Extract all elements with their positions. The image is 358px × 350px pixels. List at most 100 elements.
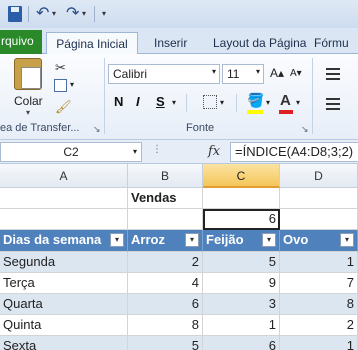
table-cell[interactable]: Segunda <box>0 252 128 273</box>
table-cell[interactable]: 3 <box>203 294 280 315</box>
toolbar-separator <box>28 6 29 22</box>
chevron-down-icon: ▾ <box>211 67 216 76</box>
redo-dropdown-icon[interactable]: ▾ <box>82 6 86 22</box>
tab-page-layout[interactable]: Layout da Página <box>205 32 314 54</box>
cell[interactable] <box>128 209 203 230</box>
ribbon-home: Colar ▾ ✂ ▾ 🖌 ea de Transfer... ↘ Calibr… <box>0 54 358 140</box>
table-cell[interactable]: Terça <box>0 273 128 294</box>
font-name-value: Calibri <box>113 67 148 81</box>
button-divider <box>186 94 187 112</box>
table-cell[interactable]: 1 <box>280 252 358 273</box>
active-cell-c2[interactable]: 6 <box>203 209 280 230</box>
tab-insert[interactable]: Inserir <box>146 32 195 54</box>
group-divider <box>312 58 313 134</box>
paste-icon[interactable] <box>14 58 42 90</box>
table-cell[interactable]: 5 <box>203 252 280 273</box>
table-cell[interactable]: 5 <box>128 336 203 350</box>
column-header-c[interactable]: C <box>203 164 280 188</box>
table-header-label: Ovo <box>283 232 309 247</box>
formula-input[interactable]: =ÍNDICE(A4:D8;3;2) <box>230 142 358 162</box>
table-cell[interactable]: 2 <box>280 315 358 336</box>
undo-icon[interactable]: ↶ <box>36 6 49 22</box>
ribbon-tabs: rquivo Página Inicial Inserir Layout da … <box>0 28 358 55</box>
table-cell[interactable]: 1 <box>280 336 358 350</box>
table-cell[interactable]: Sexta <box>0 336 128 350</box>
fill-color-dropdown-icon[interactable]: ▾ <box>266 98 270 107</box>
table-header-label: Arroz <box>131 232 165 247</box>
tab-formulas[interactable]: Fórmu <box>306 32 357 54</box>
cut-icon[interactable]: ✂ <box>55 60 66 76</box>
cell[interactable] <box>280 188 358 209</box>
tab-file[interactable]: rquivo <box>0 30 42 54</box>
bold-button[interactable]: N <box>114 94 123 109</box>
borders-icon[interactable] <box>203 95 217 109</box>
name-box[interactable]: C2 ▾ <box>0 142 142 162</box>
table-header-label: Feijão <box>206 232 244 247</box>
name-box-value: C2 <box>63 145 79 159</box>
undo-dropdown-icon[interactable]: ▾ <box>52 6 56 22</box>
font-color-swatch <box>279 110 293 114</box>
underline-button[interactable]: S <box>156 94 165 109</box>
table-cell[interactable]: 8 <box>280 294 358 315</box>
table-cell[interactable]: 7 <box>280 273 358 294</box>
filter-dropdown-icon[interactable]: ▾ <box>110 233 124 247</box>
button-divider <box>236 94 237 112</box>
font-launcher-icon[interactable]: ↘ <box>301 124 309 135</box>
tab-home[interactable]: Página Inicial <box>46 32 138 55</box>
font-color-icon[interactable]: A <box>280 92 291 109</box>
table-cell[interactable]: 2 <box>128 252 203 273</box>
clipboard-launcher-icon[interactable]: ↘ <box>93 124 101 135</box>
save-icon[interactable] <box>8 6 22 22</box>
format-painter-icon[interactable]: 🖌 <box>55 99 72 115</box>
group-divider <box>104 58 105 134</box>
cell[interactable] <box>0 209 128 230</box>
table-cell[interactable]: Quinta <box>0 315 128 336</box>
fill-color-icon[interactable]: 🪣 <box>247 92 264 109</box>
underline-dropdown-icon[interactable]: ▾ <box>172 98 176 107</box>
table-cell[interactable]: 6 <box>128 294 203 315</box>
clipboard-group-label: ea de Transfer... <box>0 122 80 134</box>
borders-dropdown-icon[interactable]: ▾ <box>220 98 224 107</box>
table-header-cell[interactable]: Ovo ▾ <box>280 230 358 252</box>
copy-dropdown-icon[interactable]: ▾ <box>70 80 74 89</box>
filter-dropdown-icon[interactable]: ▾ <box>340 233 354 247</box>
redo-icon[interactable]: ↷ <box>66 6 79 22</box>
table-header-cell[interactable]: Dias da semana ▾ <box>0 230 128 252</box>
insert-function-icon[interactable]: fx <box>208 144 220 159</box>
formula-bar: C2 ▾ ⋮ fx =ÍNDICE(A4:D8;3;2) <box>0 140 358 164</box>
chevron-down-icon: ▾ <box>255 67 260 76</box>
table-cell[interactable]: 1 <box>203 315 280 336</box>
chevron-down-icon: ▾ <box>132 147 137 156</box>
font-size-select[interactable]: 11 ▾ <box>222 64 264 84</box>
cell[interactable] <box>0 188 128 209</box>
paste-button-label[interactable]: Colar <box>14 94 43 108</box>
table-header-cell[interactable]: Feijão ▾ <box>203 230 280 252</box>
paste-dropdown-icon[interactable]: ▾ <box>26 108 30 117</box>
table-header-cell[interactable]: Arroz ▾ <box>128 230 203 252</box>
formula-bar-handle[interactable]: ⋮ <box>152 144 162 155</box>
table-header-label: Dias da semana <box>3 232 102 247</box>
cell[interactable] <box>203 188 280 209</box>
copy-icon[interactable] <box>54 79 67 92</box>
font-color-dropdown-icon[interactable]: ▾ <box>296 98 300 107</box>
grow-font-icon[interactable]: A▴ <box>270 66 284 80</box>
filter-dropdown-icon[interactable]: ▾ <box>262 233 276 247</box>
column-header-a[interactable]: A <box>0 164 128 188</box>
table-cell[interactable]: 6 <box>203 336 280 350</box>
title-cell[interactable]: Vendas <box>128 188 203 209</box>
customize-toolbar-icon[interactable]: ▾ <box>102 6 106 22</box>
cell[interactable] <box>280 209 358 230</box>
table-cell[interactable]: 8 <box>128 315 203 336</box>
font-name-select[interactable]: Calibri ▾ <box>108 64 220 84</box>
fill-color-swatch <box>247 110 263 114</box>
column-header-d[interactable]: D <box>280 164 358 188</box>
shrink-font-icon[interactable]: A▾ <box>290 68 302 79</box>
table-cell[interactable]: 9 <box>203 273 280 294</box>
italic-button[interactable]: I <box>136 94 140 109</box>
table-cell[interactable]: 4 <box>128 273 203 294</box>
filter-dropdown-icon[interactable]: ▾ <box>185 233 199 247</box>
align-top-icon[interactable] <box>326 68 340 80</box>
table-cell[interactable]: Quarta <box>0 294 128 315</box>
align-left-icon[interactable] <box>326 98 340 110</box>
column-header-b[interactable]: B <box>128 164 203 188</box>
